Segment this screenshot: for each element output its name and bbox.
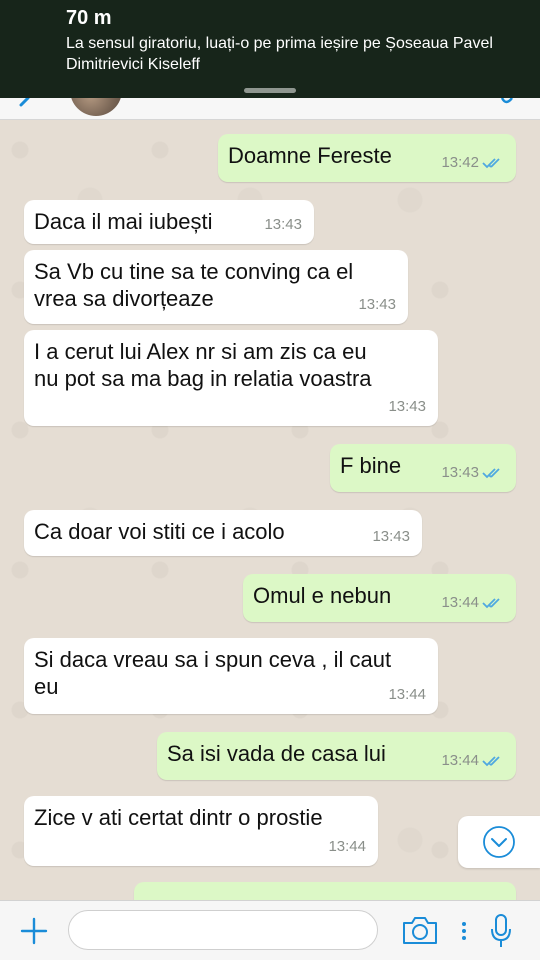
- message-bubble-incoming[interactable]: Ca doar voi stiti ce i acolo 13:43: [24, 510, 422, 556]
- message-bubble-incoming[interactable]: Si daca vreau sa i spun ceva , il caut e…: [24, 638, 438, 714]
- message-meta: 13:44: [441, 589, 504, 616]
- message-text-line: eu: [34, 674, 59, 699]
- message-bubble-outgoing[interactable]: Sa isi vada de casa lui 13:44: [157, 732, 516, 780]
- message-meta: 13:44: [441, 747, 504, 774]
- message-time: 13:43: [372, 528, 410, 545]
- scroll-down-button[interactable]: [458, 816, 540, 868]
- banner-drag-handle[interactable]: [244, 88, 296, 93]
- message-text: Zice v ati certat dintr o prostie: [34, 805, 323, 830]
- message-meta: 13:44: [328, 833, 366, 860]
- message-time: 13:43: [264, 216, 302, 233]
- message-bubble-outgoing-partial[interactable]: [134, 882, 516, 900]
- message-meta: 13:44: [388, 681, 426, 708]
- navigation-banner[interactable]: 70 m La sensul giratoriu, luați-o pe pri…: [0, 0, 540, 98]
- microphone-icon[interactable]: [490, 913, 512, 949]
- message-time: 13:44: [388, 686, 426, 703]
- double-check-icon: [482, 755, 500, 766]
- message-text-line: Sa Vb cu tine sa te conving ca el: [34, 259, 354, 284]
- nav-distance: 70 m: [66, 7, 112, 29]
- message-time: 13:43: [358, 296, 396, 313]
- chat-area[interactable]: Doamne Fereste 13:42 Daca il mai iubești…: [0, 120, 540, 900]
- message-time: 13:44: [328, 838, 366, 855]
- double-check-icon: [482, 597, 500, 608]
- message-bubble-outgoing[interactable]: F bine 13:43: [330, 444, 516, 492]
- message-meta: 13:43: [372, 523, 410, 550]
- message-meta: 13:43: [388, 393, 426, 420]
- double-check-icon: [482, 467, 500, 478]
- call-icon[interactable]: [500, 98, 514, 106]
- plus-icon[interactable]: [20, 917, 48, 945]
- back-chevron-icon[interactable]: [18, 98, 32, 108]
- message-input-bar: [0, 900, 540, 960]
- message-time: 13:43: [388, 398, 426, 415]
- message-text-line: nu pot sa ma bag in relatia voastra: [34, 366, 372, 391]
- message-meta: 13:42: [441, 149, 504, 176]
- message-meta: 13:43: [441, 459, 504, 486]
- message-bubble-outgoing[interactable]: Omul e nebun 13:44: [243, 574, 516, 622]
- chat-header: [0, 86, 540, 120]
- message-text-line: Si daca vreau sa i spun ceva , il caut: [34, 647, 392, 672]
- message-bubble-outgoing[interactable]: Doamne Fereste 13:42: [218, 134, 516, 182]
- message-meta: 13:43: [358, 291, 396, 318]
- message-time: 13:44: [441, 752, 479, 769]
- message-bubble-incoming[interactable]: I a cerut lui Alex nr si am zis ca eu nu…: [24, 330, 438, 426]
- chevron-down-icon: [483, 826, 515, 858]
- message-time: 13:43: [441, 464, 479, 481]
- message-bubble-incoming[interactable]: Zice v ati certat dintr o prostie 13:44: [24, 796, 378, 866]
- message-text-line: I a cerut lui Alex nr si am zis ca eu: [34, 339, 367, 364]
- message-time: 13:44: [441, 594, 479, 611]
- message-input[interactable]: [68, 910, 378, 950]
- message-bubble-incoming[interactable]: Daca il mai iubești 13:43: [24, 200, 314, 244]
- double-check-icon: [482, 157, 500, 168]
- message-text-line: vrea sa divorțeaze: [34, 286, 214, 311]
- message-bubble-incoming[interactable]: Sa Vb cu tine sa te conving ca el vrea s…: [24, 250, 408, 324]
- message-meta: 13:43: [264, 211, 302, 238]
- more-dots-icon[interactable]: [460, 921, 468, 941]
- camera-icon[interactable]: [402, 915, 438, 945]
- nav-instruction: La sensul giratoriu, luați-o pe prima ie…: [66, 35, 493, 73]
- message-time: 13:42: [441, 154, 479, 171]
- message-text: Ca doar voi stiti ce i acolo: [34, 519, 285, 544]
